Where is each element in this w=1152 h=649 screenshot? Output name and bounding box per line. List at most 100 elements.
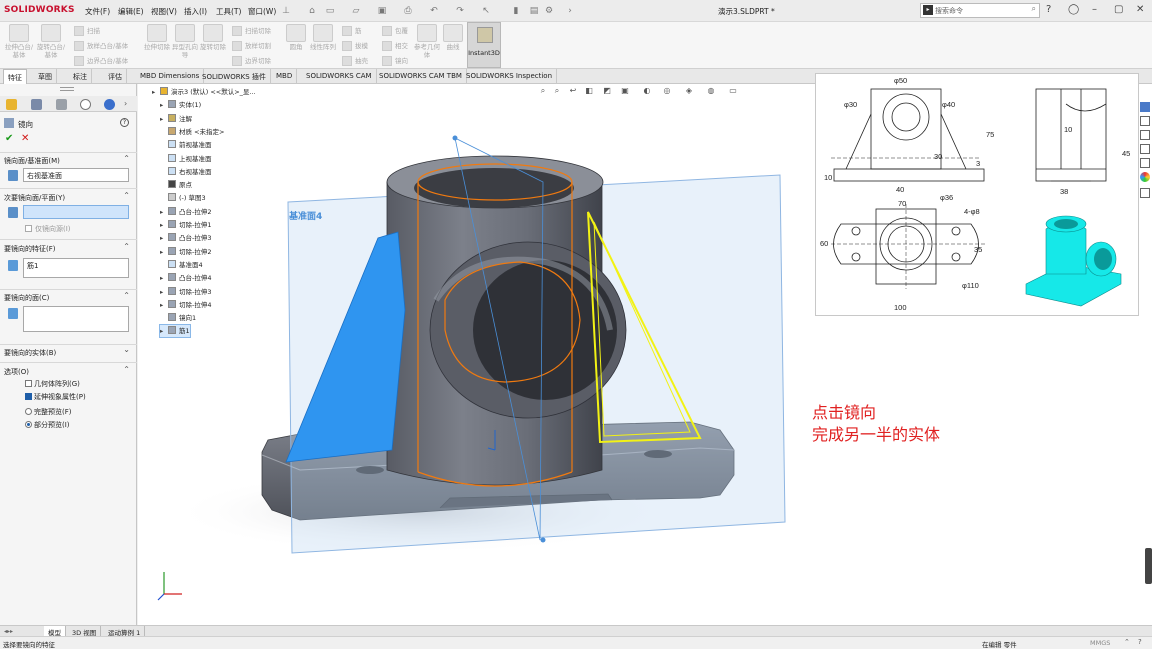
feature-tree-item[interactable]: 上视基准面 [160,153,212,165]
swept-cut-button[interactable]: 扫描切除 [232,25,271,36]
units-dropdown-icon[interactable]: ⌃ [1124,638,1130,646]
expand-arrow-icon[interactable]: ▸ [152,88,160,96]
lofted-cut-button[interactable]: 放样切割 [232,40,271,51]
collapse-chevron-icon[interactable]: ⌃ [123,291,130,300]
configuration-manager-icon[interactable] [56,99,67,110]
select-icon[interactable]: ↖ [480,5,492,17]
wrap-button[interactable]: 包覆 [382,25,408,36]
tab-solidworks-inspection[interactable]: SOLIDWORKS Inspection [462,69,558,84]
mirror-plane-header[interactable]: 镜向面/基准面(M) [4,156,60,166]
collapse-chevron-icon[interactable]: ⌃ [123,242,130,251]
menu-view[interactable]: 视图(V) [151,6,177,17]
geometry-pattern-checkbox[interactable] [25,380,32,387]
view-palette-icon[interactable] [1140,144,1150,154]
only-mirror-checkbox[interactable] [25,225,32,232]
expand-arrow-icon[interactable]: ▸ [160,301,168,309]
curves-button[interactable]: 曲线 [442,24,464,51]
document-recovery-icon[interactable] [1140,188,1150,198]
feature-manager-icon[interactable] [6,99,17,110]
close-button[interactable]: ✕ [1136,4,1144,15]
home-icon[interactable]: ⌂ [306,5,318,17]
plane-handle[interactable] [540,537,546,543]
secondary-plane-field[interactable] [23,205,129,219]
feature-tree-item[interactable]: 材质 <未指定> [160,126,224,138]
tab-solidworks-addins[interactable]: SOLIDWORKS 插件 [198,69,271,84]
partial-preview-radio[interactable] [25,421,32,428]
features-to-mirror-list[interactable]: 筋1 [23,258,129,278]
file-explorer-icon[interactable] [1140,130,1150,140]
property-manager-icon[interactable] [31,99,42,110]
loft-button[interactable]: 放样凸台/基体 [74,40,128,51]
save-icon[interactable]: ▣ [376,5,388,17]
undo-icon[interactable]: ↶ [428,5,440,17]
feature-tree-item[interactable]: ▸ 演示3 (默认) <<默认>_显... [152,86,256,98]
draft-button[interactable]: 拔模 [342,40,368,51]
full-preview-radio[interactable] [25,408,32,415]
intersect-button[interactable]: 相交 [382,40,408,51]
menu-tools[interactable]: 工具(T) [216,6,241,17]
feature-tree-item[interactable]: 右视基准面 [160,166,212,178]
tab-solidworks-cam[interactable]: SOLIDWORKS CAM [302,69,377,84]
fillet-button[interactable]: 圆角 [284,24,308,51]
zoom-area-icon[interactable]: ⌕ [552,86,562,96]
hole-wizard-button[interactable]: 异型孔向导 [172,24,198,59]
more-chevron-icon[interactable]: › [564,5,576,17]
display-style-icon[interactable]: ◐ [642,86,652,96]
options-header[interactable]: 选项(O) [4,367,29,377]
feature-tree-item[interactable]: ▸ 切除-拉伸4 [160,299,211,311]
expand-arrow-icon[interactable]: ▸ [160,208,168,216]
custom-properties-icon[interactable] [1140,158,1150,168]
options-gear-icon[interactable]: ⚙ [543,5,555,17]
expand-arrow-icon[interactable]: ▸ [160,101,168,109]
extrude-cut-button[interactable]: 拉伸切除 [144,24,170,51]
menu-edit[interactable]: 编辑(E) [118,6,144,17]
feature-tree-item[interactable]: 原点 [160,179,192,191]
feature-tree-item[interactable]: (-) 草图3 [160,192,206,204]
rebuild-icon[interactable]: ▮ [510,5,522,17]
help-icon[interactable]: ? [120,118,129,127]
view-settings-icon[interactable]: ▭ [728,86,738,96]
scroll-arrows-icon[interactable]: ◂▸▸ [4,628,13,635]
panel-collapse-handle[interactable] [60,87,74,91]
feature-tree-item[interactable]: ▸ 实体(1) [160,99,201,111]
apply-scene-icon[interactable]: ◍ [706,86,716,96]
shell-button[interactable]: 抽壳 [342,55,368,66]
tab-mbd[interactable]: MBD [272,69,298,84]
mirror-button[interactable]: 镜向 [382,55,408,66]
menu-insert[interactable]: 插入(I) [184,6,207,17]
feature-tree-item[interactable]: ▸ 切除-拉伸1 [160,219,211,231]
expand-arrow-icon[interactable]: ▸ [160,248,168,256]
search-icon[interactable]: ⌕ [1032,4,1036,14]
cancel-x-button[interactable]: ✕ [21,133,29,144]
mirror-plane-field[interactable]: 右视基准面 [23,168,129,182]
feature-tree-item[interactable]: 基准面4 [160,259,203,271]
redo-icon[interactable]: ↷ [454,5,466,17]
expand-arrow-icon[interactable]: ▸ [160,221,168,229]
display-manager-icon[interactable] [104,99,115,110]
instant3d-button[interactable]: Instant3D [467,22,501,68]
open-icon[interactable]: ▱ [350,5,362,17]
tab-mbd-dimensions[interactable]: MBD Dimensions [136,69,205,84]
extrude-boss-button[interactable]: 拉伸凸台/基体 [4,24,34,59]
section-view-icon[interactable]: ◧ [584,86,594,96]
expand-arrow-icon[interactable]: ▸ [160,274,168,282]
collapse-chevron-icon[interactable]: ⌃ [123,191,130,200]
faces-to-mirror-list[interactable] [23,306,129,332]
tab-solidworks-cam-tbm[interactable]: SOLIDWORKS CAM TBM [375,69,467,84]
feature-tree-item[interactable]: ▸ 凸台-拉伸2 [160,206,211,218]
view-orientation-icon[interactable]: ▣ [620,86,630,96]
faces-to-mirror-header[interactable]: 要镜向的面(C) [4,293,49,303]
help-icon[interactable]: ? [1046,4,1051,15]
feature-tree-item[interactable]: ▸ 凸台-拉伸4 [160,272,211,284]
features-to-mirror-header[interactable]: 要镜向的特征(F) [4,244,56,254]
tab-sketch[interactable]: 草图 [34,69,57,84]
feature-tree-item[interactable]: ▸ 注解 [160,113,192,125]
plane-handle[interactable] [452,135,458,141]
boundary-boss-button[interactable]: 边界凸台/基体 [74,55,128,66]
ok-check-button[interactable]: ✔ [5,133,13,144]
help-status-icon[interactable]: ? [1138,638,1142,646]
tab-features[interactable]: 特征 [3,69,27,84]
minimize-button[interactable]: – [1092,4,1097,15]
expand-arrow-icon[interactable]: ▸ [160,288,168,296]
collapse-chevron-icon[interactable]: ⌃ [123,154,130,163]
